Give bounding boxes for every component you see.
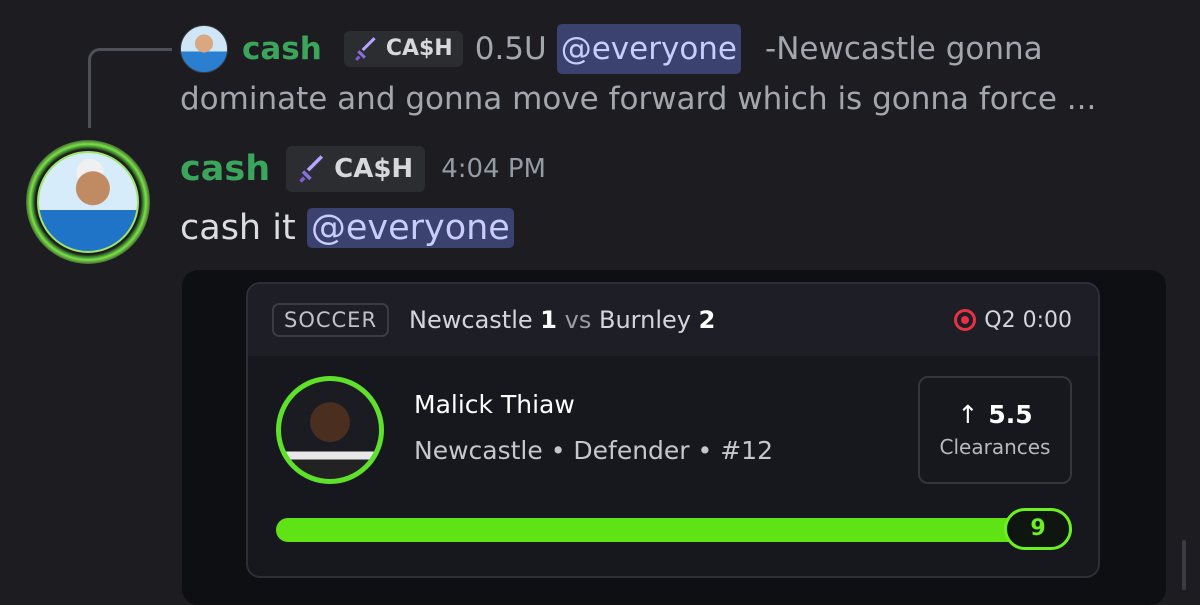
avatar-image — [37, 151, 139, 253]
line-value: 5.5 — [988, 400, 1033, 429]
reply-preview[interactable]: cash CA$H 0.5U @everyone -Newcastle gonn… — [180, 24, 1180, 124]
live-icon — [954, 309, 977, 331]
progress-fill — [276, 518, 1072, 542]
game-score: Newcastle 1 vs Burnley 2 — [409, 306, 715, 334]
team-home: Newcastle — [409, 306, 533, 334]
score-away: 2 — [698, 306, 716, 334]
bet-card[interactable]: SOCCER Newcastle 1 vs Burnley 2 Q2 0:00 … — [246, 282, 1100, 578]
vs-label: vs — [564, 306, 592, 334]
player-avatar — [276, 376, 384, 484]
player-meta: Newcastle • Defender • #12 — [414, 436, 773, 465]
scrollbar[interactable] — [1182, 540, 1186, 590]
message-timestamp[interactable]: 4:04 PM — [441, 154, 546, 184]
message-role-tag[interactable]: CA$H — [286, 146, 426, 192]
player-name: Malick Thiaw — [414, 390, 575, 419]
message-body: cash it @everyone — [180, 202, 514, 254]
message-role-label: CA$H — [334, 154, 414, 184]
sword-icon — [354, 37, 376, 61]
game-header: SOCCER Newcastle 1 vs Burnley 2 Q2 0:00 — [248, 284, 1098, 356]
user-avatar[interactable] — [26, 140, 150, 264]
sword-icon — [299, 155, 324, 183]
reply-preview-second: dominate and gonna move forward which is… — [180, 81, 1097, 117]
score-home: 1 — [540, 306, 557, 334]
reply-mention[interactable]: @everyone — [556, 24, 742, 74]
arrow-up-icon: ↑ — [957, 400, 979, 429]
game-status: Q2 0:00 — [954, 308, 1072, 333]
reply-role-label: CA$H — [385, 36, 453, 61]
stat-line-box: ↑ 5.5 Clearances — [918, 376, 1072, 484]
message-text: cash it — [180, 208, 296, 248]
reply-preview-first: -Newcastle gonna — [765, 31, 1043, 67]
game-clock: Q2 0:00 — [984, 307, 1072, 333]
sport-badge: SOCCER — [272, 303, 390, 337]
message-username[interactable]: cash — [180, 149, 270, 189]
reply-prefix: 0.5U — [474, 31, 547, 67]
stat-label: Clearances — [939, 435, 1051, 459]
message-header: cash CA$H 4:04 PM — [180, 144, 546, 194]
message-mention[interactable]: @everyone — [306, 208, 514, 248]
team-away: Burnley — [599, 306, 691, 334]
reply-role-tag[interactable]: CA$H — [343, 31, 463, 67]
progress-track — [276, 518, 1072, 542]
reply-username[interactable]: cash — [242, 24, 322, 74]
current-value-badge: 9 — [1004, 508, 1072, 550]
reply-connector — [88, 48, 172, 128]
reply-avatar[interactable] — [180, 25, 228, 73]
